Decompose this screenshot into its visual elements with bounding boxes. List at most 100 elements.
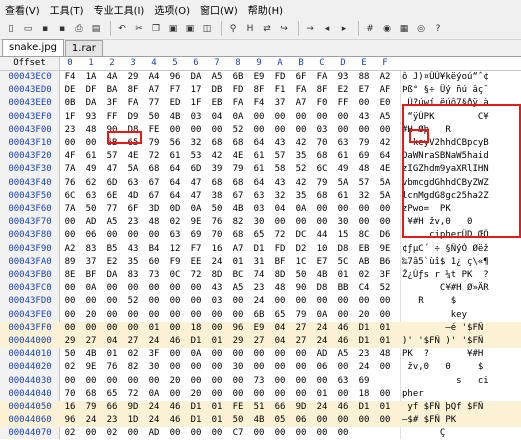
hex-byte[interactable]: 68 [146,163,162,176]
hex-byte[interactable]: 10 [314,243,330,256]
hex-byte[interactable]: D8 [314,282,330,295]
hex-byte[interactable]: 00 [293,111,309,124]
hex-byte[interactable]: 18 [356,388,372,401]
hex-byte[interactable]: 52 [293,163,309,176]
hex-byte[interactable]: 68 [314,190,330,203]
hex-byte[interactable]: 00 [230,309,246,322]
hex-byte[interactable]: 64 [377,150,393,163]
hex-byte[interactable]: 73 [251,375,267,388]
hex-byte[interactable]: 42 [377,137,393,150]
hex-byte[interactable]: 6D [104,177,120,190]
hex-byte[interactable]: 58 [272,163,288,176]
hex-byte[interactable]: 24 [314,401,330,414]
hex-byte[interactable]: 00 [356,414,372,427]
hex-byte[interactable]: 50 [230,414,246,427]
hex-byte[interactable]: 00 [272,295,288,308]
properties-icon[interactable]: ▤ [89,22,103,36]
hex-byte[interactable]: 61 [167,150,183,163]
hex-byte[interactable]: 7A [62,203,78,216]
hex-byte[interactable]: 1D [125,414,141,427]
hex-byte[interactable]: 63 [125,177,141,190]
hex-byte[interactable]: 00 [377,203,393,216]
hex-byte[interactable]: 27 [251,335,267,348]
hex-byte[interactable]: 20 [167,375,183,388]
hex-byte[interactable]: 04 [104,335,120,348]
hex-byte[interactable]: A5 [209,71,225,84]
hex-byte[interactable]: 64 [167,190,183,203]
hex-byte[interactable]: 06 [83,229,99,242]
hex-byte[interactable]: 00 [167,361,183,374]
hex-byte[interactable]: AD [314,348,330,361]
hex-byte[interactable]: 47 [188,177,204,190]
hex-byte[interactable]: 82 [230,216,246,229]
prev-icon[interactable]: ◂ [320,22,334,36]
hex-byte[interactable]: 02 [62,427,78,440]
hex-byte[interactable]: 47 [188,190,204,203]
hex-byte[interactable]: BC [230,269,246,282]
hex-byte[interactable]: 00 [272,348,288,361]
hex-byte[interactable]: 37 [83,256,99,269]
hex-byte[interactable]: 46 [167,335,183,348]
hex-byte[interactable]: FE [230,401,246,414]
hex-byte[interactable]: 00 [377,295,393,308]
hex-byte[interactable]: 00 [104,229,120,242]
hex-byte[interactable]: BA [104,84,120,97]
hex-byte[interactable]: 00 [230,295,246,308]
hex-byte[interactable]: 67 [230,190,246,203]
hex-byte[interactable]: 63 [251,190,267,203]
hex-byte[interactable]: 57 [104,150,120,163]
hex-byte[interactable]: 00 [293,124,309,137]
hex-byte[interactable]: 00 [62,295,78,308]
hex-byte[interactable]: 06 [314,361,330,374]
hex-byte[interactable]: 76 [104,361,120,374]
hex-byte[interactable]: 8F [314,84,330,97]
hex-byte[interactable]: 00 [104,322,120,335]
hex-byte[interactable]: 3D [146,203,162,216]
hex-byte[interactable]: 00 [356,124,372,137]
hex-byte[interactable]: 4A [104,71,120,84]
hex-byte[interactable]: 00 [188,124,204,137]
hex-byte[interactable]: DA [83,97,99,110]
hex-byte[interactable]: 00 [167,322,183,335]
hex-byte[interactable]: 46 [167,414,183,427]
hex-byte[interactable]: 4B [83,348,99,361]
hex-byte[interactable]: 50 [293,269,309,282]
hex-byte[interactable]: 24 [83,414,99,427]
hex-byte[interactable]: 79 [356,137,372,150]
hex-byte[interactable]: 20 [83,309,99,322]
hex-byte[interactable]: 00 [62,282,78,295]
hex-byte[interactable]: 00 [209,375,225,388]
hex-byte[interactable]: 0C [167,269,183,282]
hex-byte[interactable]: 24 [314,322,330,335]
hex-byte[interactable]: 01 [377,335,393,348]
hex-byte[interactable]: 00 [251,388,267,401]
ascii-text[interactable]: ¢ƒµC´ ÷ §ÑýÒ Øëž [402,243,521,256]
hex-byte[interactable]: 00 [293,295,309,308]
hex-byte[interactable]: 51 [251,401,267,414]
ascii-text[interactable]: key [402,309,521,322]
hex-byte[interactable]: FD [272,243,288,256]
hex-byte[interactable]: 35 [125,256,141,269]
hex-byte[interactable]: 68 [230,177,246,190]
hex-byte[interactable]: A5 [230,282,246,295]
hex-byte[interactable]: 00 [356,295,372,308]
hex-byte[interactable]: 00 [356,216,372,229]
hex-byte[interactable]: 00 [293,216,309,229]
hex-byte[interactable]: 0B [62,97,78,110]
hex-byte[interactable]: FD [272,71,288,84]
hex-byte[interactable]: 48 [356,163,372,176]
hex-byte[interactable]: 66 [104,401,120,414]
hex-byte[interactable]: DC [293,229,309,242]
hex-byte[interactable]: 29 [230,335,246,348]
next-icon[interactable]: ▸ [337,22,351,36]
hex-byte[interactable]: 04 [272,203,288,216]
menu-item-5[interactable]: 帮助(H) [243,2,288,17]
hex-byte[interactable]: 06 [293,414,309,427]
hex-byte[interactable]: 31 [251,256,267,269]
hex-byte[interactable]: FA [293,84,309,97]
hex-byte[interactable]: 00 [62,309,78,322]
hex-byte[interactable]: ED [167,97,183,110]
hex-byte[interactable]: 90 [293,282,309,295]
hex-byte[interactable]: 64 [167,163,183,176]
hex-byte[interactable]: 00 [167,282,183,295]
